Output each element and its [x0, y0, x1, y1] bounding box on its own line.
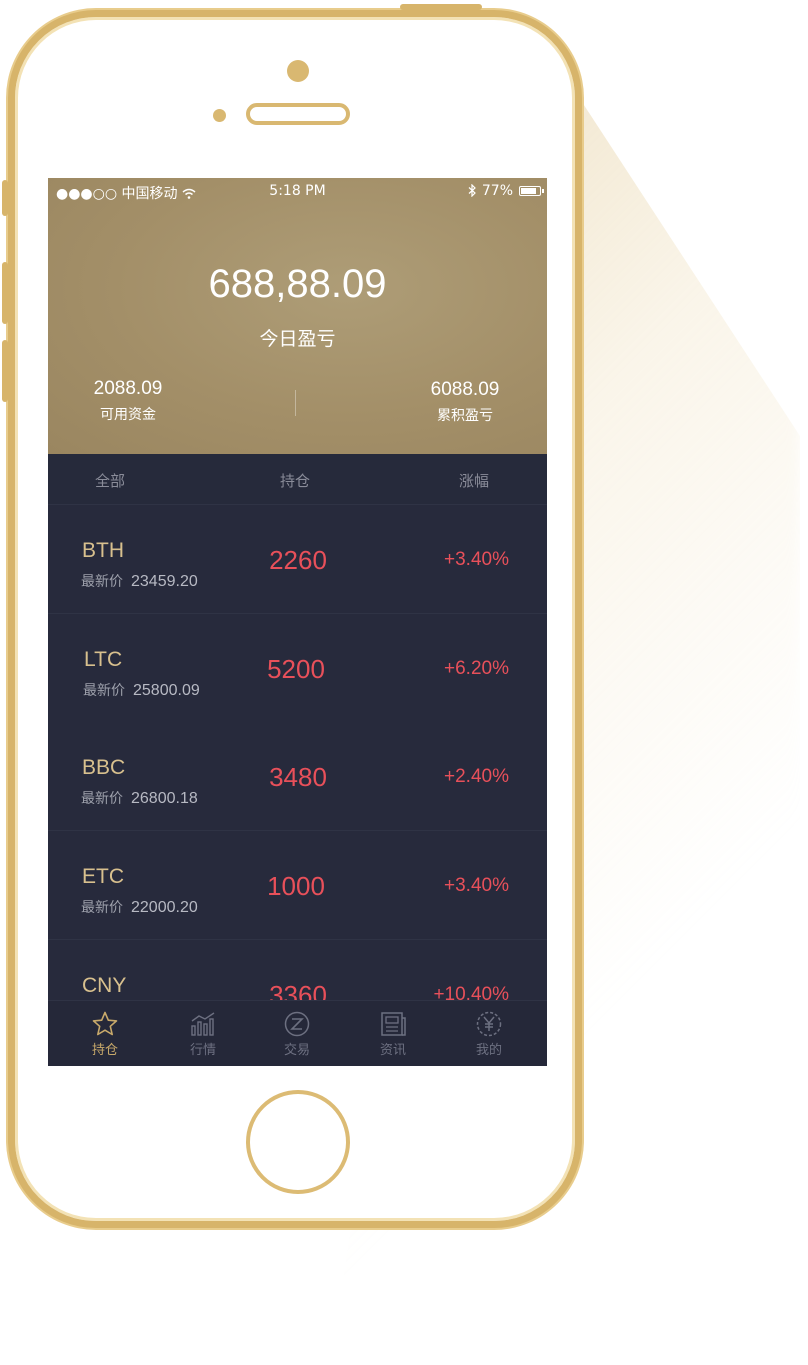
- summary-header: ●●●○○ 中国移动 5:18 PM 77% 688,88.09 今日盈亏 20…: [48, 178, 547, 454]
- battery-percent: 77%: [481, 183, 513, 199]
- holding-amount: 5200: [267, 654, 325, 684]
- coin-symbol: CNY: [82, 974, 127, 997]
- holding-amount: 2260: [269, 545, 327, 575]
- holding-row[interactable]: BTH 最新价 23459.20 2260 +3.40%: [48, 505, 547, 614]
- holding-row[interactable]: LTC 最新价 25800.09 5200 +6.20%: [48, 614, 547, 723]
- cumulative-pnl-label: 累积盈亏: [437, 408, 493, 424]
- tab-holdings[interactable]: 持仓: [70, 1009, 140, 1058]
- change-percent: +2.40%: [444, 766, 509, 787]
- chart-icon: [168, 1009, 238, 1039]
- star-icon: [70, 1009, 140, 1039]
- latest-price: 最新价 22000.20: [81, 899, 198, 916]
- cumulative-pnl-value: 6088.09: [430, 379, 500, 400]
- earpiece-speaker: [246, 103, 350, 125]
- latest-price: 最新价 25800.09: [83, 682, 200, 699]
- status-right: 77%: [468, 183, 513, 199]
- holding-amount: 1000: [267, 871, 325, 901]
- bluetooth-icon: [468, 183, 481, 199]
- tab-label: 持仓: [91, 1043, 118, 1058]
- news-icon: [358, 1009, 428, 1039]
- tab-news[interactable]: 资讯: [358, 1009, 428, 1058]
- power-button: [400, 4, 482, 10]
- available-funds-value: 2088.09: [93, 378, 163, 399]
- status-bar: ●●●○○ 中国移动 5:18 PM 77%: [48, 178, 547, 204]
- home-button[interactable]: [246, 1090, 350, 1194]
- proximity-sensor: [213, 109, 226, 122]
- coin-symbol: BBC: [82, 756, 126, 779]
- tab-label: 行情: [189, 1043, 216, 1058]
- change-percent: +3.40%: [444, 875, 509, 896]
- battery-icon: [519, 186, 544, 196]
- yuan-icon: [454, 1009, 524, 1039]
- front-camera: [287, 60, 309, 82]
- tab-label: 交易: [283, 1043, 310, 1058]
- holding-row[interactable]: ETC 最新价 22000.20 1000 +3.40%: [48, 831, 547, 940]
- tab-profile[interactable]: 我的: [454, 1009, 524, 1058]
- tab-label: 我的: [475, 1043, 502, 1058]
- available-funds-label: 可用资金: [100, 407, 156, 423]
- coin-symbol: ETC: [82, 865, 124, 888]
- list-column-header: 全部 持仓 涨幅: [48, 454, 547, 505]
- coin-symbol: BTH: [82, 539, 124, 562]
- latest-price: 最新价 23459.20: [81, 573, 198, 590]
- column-all[interactable]: 全部: [95, 470, 125, 491]
- available-funds: 2088.09 可用资金: [53, 378, 203, 424]
- holding-amount: 3480: [269, 762, 327, 792]
- bottom-tab-bar: 持仓 行情 交易 资讯 我的: [48, 1000, 547, 1066]
- latest-price: 最新价 26800.18: [81, 790, 198, 807]
- app-screen: ●●●○○ 中国移动 5:18 PM 77% 688,88.09 今日盈亏 20…: [48, 178, 547, 1066]
- trade-icon: [262, 1009, 332, 1039]
- change-percent: +3.40%: [444, 549, 509, 570]
- today-pnl-label: 今日盈亏: [259, 328, 336, 350]
- tab-trade[interactable]: 交易: [262, 1009, 332, 1058]
- tab-label: 资讯: [379, 1043, 406, 1058]
- column-change[interactable]: 涨幅: [459, 470, 489, 491]
- volume-down-button: [2, 340, 8, 402]
- mute-switch: [2, 180, 8, 216]
- column-holding[interactable]: 持仓: [280, 470, 310, 491]
- change-percent: +6.20%: [444, 658, 509, 679]
- stat-divider: [295, 390, 296, 416]
- tab-market[interactable]: 行情: [168, 1009, 238, 1058]
- cumulative-pnl: 6088.09 累积盈亏: [390, 379, 540, 425]
- holding-row[interactable]: BBC 最新价 26800.18 3480 +2.40%: [48, 722, 547, 831]
- coin-symbol: LTC: [84, 648, 123, 671]
- today-pnl-value: 688,88.09: [208, 262, 387, 306]
- volume-up-button: [2, 262, 8, 324]
